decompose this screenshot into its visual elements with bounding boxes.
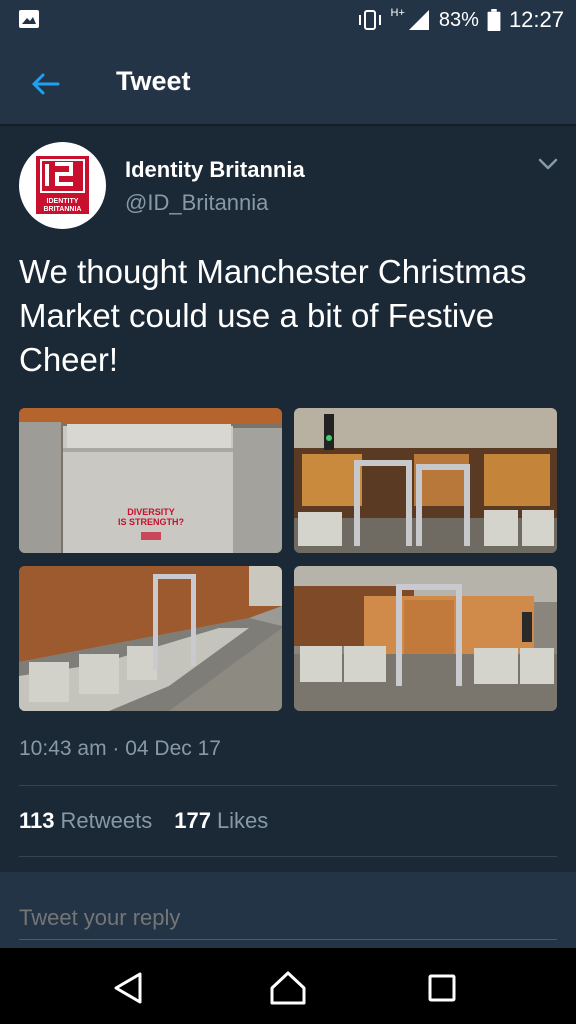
signal-icon bbox=[408, 10, 429, 30]
nav-recents-icon[interactable] bbox=[422, 968, 462, 1008]
arrow-left-icon[interactable] bbox=[22, 62, 66, 106]
battery-icon bbox=[487, 9, 501, 31]
avatar-text-1: IDENTITY bbox=[47, 198, 79, 205]
security-gate-photo bbox=[294, 566, 557, 711]
clock: 12:27 bbox=[508, 7, 564, 32]
tweet-photo-3[interactable] bbox=[19, 566, 282, 711]
avatar-text-2: BRITANNIA bbox=[44, 206, 82, 213]
market-stalls-photo bbox=[294, 408, 557, 553]
stats-spacer bbox=[152, 808, 174, 834]
battery-percent: 83% bbox=[438, 8, 479, 31]
concrete-barrier-photo: DIVERSITY IS STRENGTH? bbox=[19, 408, 282, 553]
likes-label[interactable]: Likes bbox=[217, 808, 268, 834]
gallery-icon bbox=[19, 10, 39, 28]
page-title: Tweet bbox=[116, 66, 191, 96]
network-badge: H+ bbox=[390, 7, 405, 19]
retweets-label[interactable]: Retweets bbox=[61, 808, 153, 834]
tweet-timestamp: 10:43 am · 04 Dec 17 bbox=[19, 737, 221, 760]
status-bar: H+ 83% 12:27 bbox=[0, 0, 576, 40]
wooden-hoarding-photo bbox=[19, 566, 282, 711]
tweet-photo-1[interactable]: DIVERSITY IS STRENGTH? bbox=[19, 408, 282, 553]
nav-back-icon[interactable] bbox=[108, 968, 148, 1008]
retweets-count[interactable]: 113 bbox=[19, 808, 55, 834]
divider bbox=[19, 856, 557, 857]
identity-britannia-logo: IDENTITY BRITANNIA bbox=[36, 156, 89, 214]
tweet-photo-4[interactable] bbox=[294, 566, 557, 711]
photo-text-2: IS STRENGTH? bbox=[118, 517, 184, 527]
tweet-stats: 113 Retweets 177 Likes bbox=[19, 808, 268, 834]
likes-count[interactable]: 177 bbox=[174, 808, 211, 834]
user-handle[interactable]: @ID_Britannia bbox=[125, 190, 268, 216]
vibrate-icon bbox=[358, 10, 381, 30]
display-name[interactable]: Identity Britannia bbox=[125, 157, 305, 183]
app-bar: Tweet bbox=[0, 40, 576, 126]
chevron-down-icon[interactable] bbox=[536, 153, 560, 175]
reply-bar bbox=[0, 872, 576, 948]
photo-text-1: DIVERSITY bbox=[127, 507, 175, 517]
avatar[interactable]: IDENTITY BRITANNIA bbox=[19, 142, 106, 229]
nav-home-icon[interactable] bbox=[268, 968, 308, 1008]
system-nav-bar bbox=[0, 948, 576, 1024]
tweet-text: We thought Manchester Christmas Market c… bbox=[19, 253, 527, 378]
divider bbox=[19, 785, 557, 786]
tweet-photo-2[interactable] bbox=[294, 408, 557, 553]
reply-input[interactable] bbox=[19, 896, 557, 940]
